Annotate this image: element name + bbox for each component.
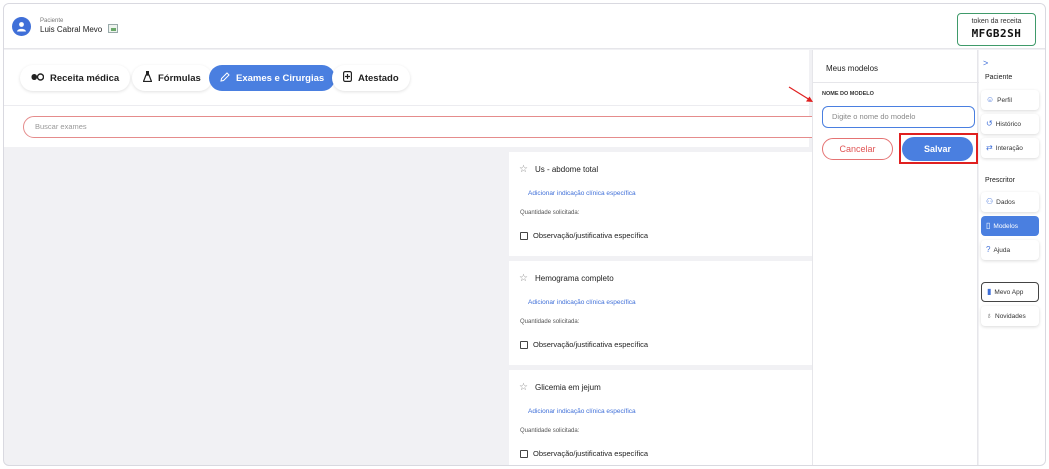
tab-formulas[interactable]: Fórmulas [132,65,212,91]
collapse-chevron-icon[interactable]: > [983,58,988,68]
sidebar-item-label: Perfil [997,96,1012,104]
tab-label: Fórmulas [158,72,201,84]
sidebar-item-label: Interação [995,144,1023,152]
exam-card: ☆ Us - abdome total Adicionar indicação … [509,152,814,256]
section-label-prescritor: Prescritor [985,177,1015,184]
sidebar-item-historico[interactable]: ↺ Histórico [981,114,1039,134]
exam-title: Us - abdome total [534,165,599,174]
section-label-paciente: Paciente [985,74,1013,81]
pencil-icon [220,71,230,85]
quantity-label: Quantidade solicitada: [520,319,580,325]
sidebar-item-label: Histórico [995,120,1021,128]
observation-checkbox-row[interactable]: Observação/justificativa específica [520,449,648,458]
tab-atestado[interactable]: Atestado [332,65,410,91]
tab-label: Atestado [358,72,399,84]
star-icon[interactable]: ☆ [519,382,528,393]
model-name-label: NOME DO MODELO [822,91,874,97]
sidebar-item-perfil[interactable]: ☺ Perfil [981,90,1039,110]
tab-label: Exames e Cirurgias [236,72,325,84]
help-icon: ? [986,245,991,254]
meus-modelos-panel: Meus modelos NOME DO MODELO Digite o nom… [812,50,979,465]
exam-title-row: ☆ Glicemia em jejum [519,382,601,393]
pills-icon [31,72,45,84]
right-sidebar: > Paciente ☺ Perfil ↺ Histórico ⇄ Intera… [979,50,1045,465]
cancel-button[interactable]: Cancelar [822,138,893,160]
star-icon[interactable]: ☆ [519,273,528,284]
exam-title-row: ☆ Hemograma completo [519,273,614,284]
sidebar-item-label: Mevo App [994,288,1024,296]
token-value: MFGB2SH [971,27,1022,40]
sidebar-item-modelos[interactable]: ▯ Modelos [981,216,1039,236]
sidebar-item-label: Ajuda [993,246,1011,254]
users-icon: ⚇ [986,197,994,206]
exam-card: ☆ Glicemia em jejum Adicionar indicação … [509,370,814,465]
file-icon: ▯ [986,221,991,230]
exam-card: ☆ Hemograma completo Adicionar indicação… [509,261,814,365]
observation-label: Observação/justificativa específica [533,340,649,349]
star-icon[interactable]: ☆ [519,164,528,175]
observation-checkbox[interactable] [520,231,528,240]
exam-title-row: ☆ Us - abdome total [519,164,598,175]
patient-avatar-icon[interactable] [12,17,31,36]
flask-icon [142,71,153,85]
sidebar-item-label: Novidades [995,312,1026,320]
observation-checkbox-row[interactable]: Observação/justificativa específica [520,340,648,349]
patient-name: Luis Cabral Mevo [40,25,103,34]
document-plus-icon [343,71,353,85]
observation-label: Observação/justificativa específica [533,449,649,458]
quantity-label: Quantidade solicitada: [520,210,580,216]
sidebar-item-mevo-app[interactable]: ▮ Mevo App [981,282,1039,302]
sidebar-item-interacao[interactable]: ⇄ Interação [981,138,1039,158]
add-clinical-indication-link[interactable]: Adicionar indicação clínica específica [528,190,636,197]
broken-image-icon [108,24,118,33]
tab-exames-cirurgias[interactable]: Exames e Cirurgias [209,65,336,91]
annotation-arrow-icon [788,86,813,102]
exam-search-input[interactable]: Buscar exames [23,116,823,138]
exam-title: Hemograma completo [534,274,614,283]
sidebar-item-novidades[interactable]: ♁ Novidades [981,306,1039,326]
quantity-label: Quantidade solicitada: [520,428,580,434]
sidebar-item-dados[interactable]: ⚇ Dados [981,192,1039,212]
person-icon: ☺ [986,95,995,104]
divider [813,82,979,83]
prescription-token-box[interactable]: token da receita MFGB2SH [957,13,1036,46]
add-clinical-indication-link[interactable]: Adicionar indicação clínica específica [528,299,636,306]
observation-label: Observação/justificativa específica [533,231,649,240]
history-icon: ↺ [986,119,993,128]
exam-title: Glicemia em jejum [534,383,601,392]
sidebar-item-label: Dados [996,198,1015,206]
sidebar-item-label: Modelos [993,222,1018,230]
phone-icon: ▮ [987,287,992,296]
panel-title: Meus modelos [826,64,879,73]
header: Paciente Luis Cabral Mevo token da recei… [4,4,1045,49]
patient-label: Paciente [40,18,64,24]
observation-checkbox[interactable] [520,449,528,458]
observation-checkbox-row[interactable]: Observação/justificativa específica [520,231,648,240]
add-clinical-indication-link[interactable]: Adicionar indicação clínica específica [528,408,636,415]
model-name-input[interactable]: Digite o nome do modelo [822,106,975,128]
save-button[interactable]: Salvar [902,137,973,161]
exam-search-bar: Buscar exames [4,105,823,147]
swap-icon: ⇄ [986,143,993,152]
tab-receita-medica[interactable]: Receita médica [20,65,131,91]
observation-checkbox[interactable] [520,340,528,349]
token-label: token da receita [971,18,1022,25]
app-window: Paciente Luis Cabral Mevo token da recei… [3,3,1046,466]
sidebar-item-ajuda[interactable]: ? Ajuda [981,240,1039,260]
lightbulb-icon: ♁ [986,311,992,320]
prescription-tabs-bar: Receita médica Fórmulas Exames e Cirurgi… [4,50,809,105]
tab-label: Receita médica [50,72,120,84]
